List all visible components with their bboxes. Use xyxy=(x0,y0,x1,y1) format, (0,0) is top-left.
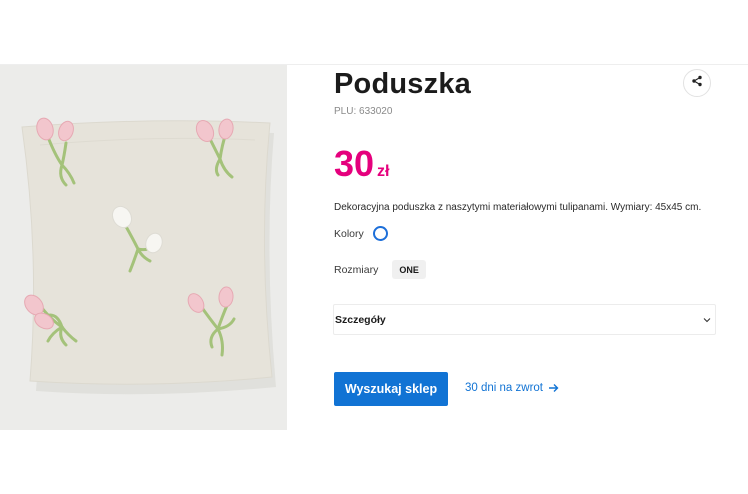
share-icon xyxy=(691,74,703,92)
return-policy-link[interactable]: 30 dni na zwrot xyxy=(465,382,559,394)
sizes-selector: Rozmiary ONE xyxy=(334,260,426,279)
arrow-right-icon xyxy=(548,383,559,393)
colors-selector: Kolory xyxy=(334,226,388,241)
product-image[interactable] xyxy=(0,65,287,430)
product-price: 30 zł xyxy=(334,146,390,182)
product-description: Dekoracyjna poduszka z naszytymi materia… xyxy=(334,202,702,213)
color-swatch-white[interactable] xyxy=(372,226,388,241)
size-option-one[interactable]: ONE xyxy=(392,260,426,279)
chevron-down-icon xyxy=(702,315,712,325)
sizes-label: Rozmiary xyxy=(334,263,379,276)
product-title: Poduszka xyxy=(334,68,471,100)
price-amount: 30 xyxy=(334,143,375,184)
product-plu: PLU: 633020 xyxy=(334,106,393,117)
search-store-button[interactable]: Wyszukaj sklep xyxy=(334,372,448,406)
details-accordion[interactable]: Szczegóły xyxy=(333,304,716,335)
share-button[interactable] xyxy=(683,69,711,97)
return-policy-label: 30 dni na zwrot xyxy=(465,382,543,394)
price-currency: zł xyxy=(377,163,390,180)
pillow-illustration xyxy=(0,65,287,430)
details-label: Szczegóły xyxy=(335,313,386,326)
colors-label: Kolory xyxy=(334,227,364,240)
